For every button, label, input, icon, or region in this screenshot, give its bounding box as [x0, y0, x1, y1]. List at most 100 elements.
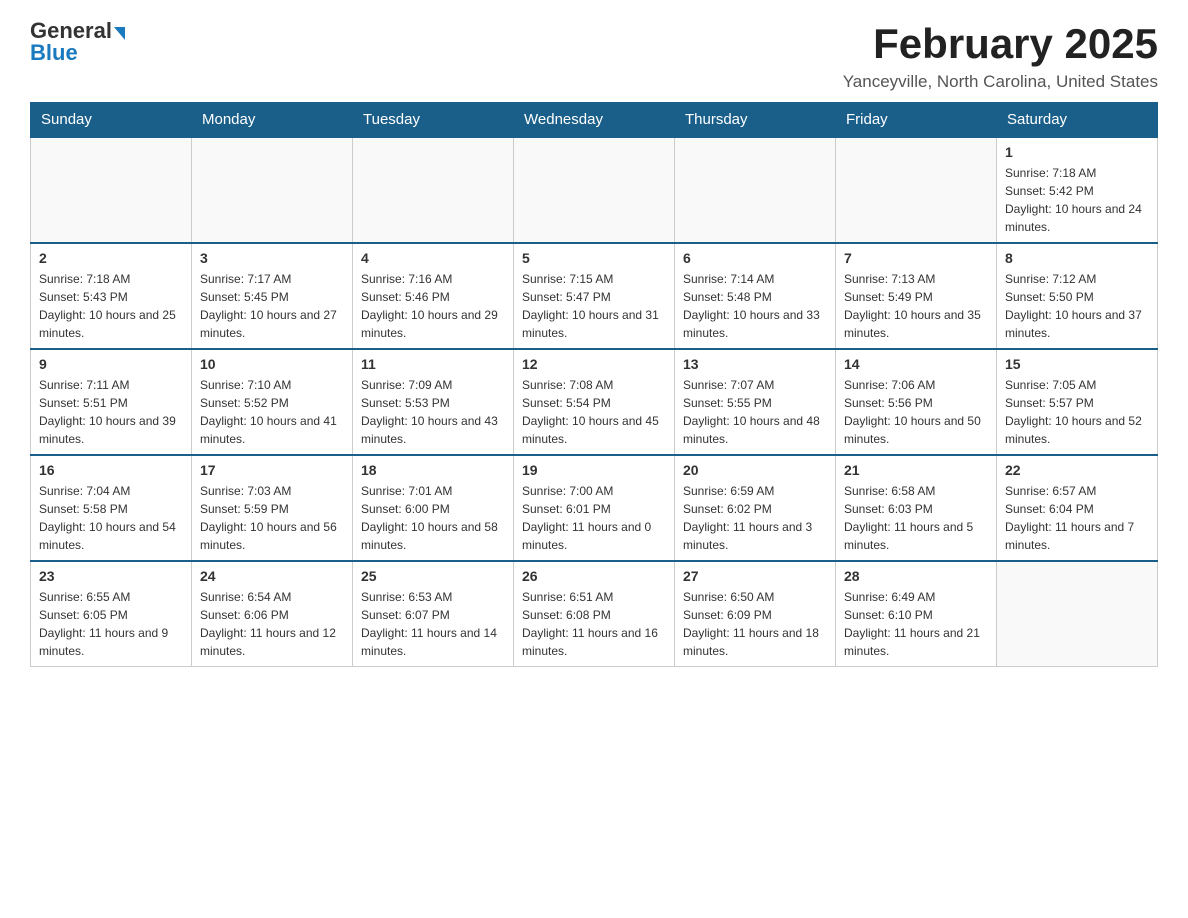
calendar-week-row: 9 Sunrise: 7:11 AM Sunset: 5:51 PM Daylig… — [31, 349, 1158, 455]
day-number: 21 — [844, 462, 988, 478]
calendar-day-header-sunday: Sunday — [31, 103, 192, 138]
calendar-day-cell: 16 Sunrise: 7:04 AM Sunset: 5:58 PM Dayli… — [31, 455, 192, 561]
day-number: 27 — [683, 568, 827, 584]
calendar-day-cell: 8 Sunrise: 7:12 AM Sunset: 5:50 PM Daylig… — [997, 243, 1158, 349]
calendar-day-cell: 1 Sunrise: 7:18 AM Sunset: 5:42 PM Daylig… — [997, 137, 1158, 243]
calendar-day-cell: 18Sunrise: 7:01 AM Sunset: 6:00 PM Dayli… — [353, 455, 514, 561]
calendar-week-row: 1 Sunrise: 7:18 AM Sunset: 5:42 PM Daylig… — [31, 137, 1158, 243]
location-text: Yanceyville, North Carolina, United Stat… — [843, 72, 1158, 92]
day-info: Sunrise: 6:59 AM Sunset: 6:02 PM Dayligh… — [683, 482, 827, 554]
day-info: Sunrise: 7:03 AM Sunset: 5:59 PM Dayligh… — [200, 482, 344, 554]
calendar-day-cell — [997, 561, 1158, 667]
month-title: February 2025 — [843, 20, 1158, 68]
calendar-day-cell: 2 Sunrise: 7:18 AM Sunset: 5:43 PM Daylig… — [31, 243, 192, 349]
calendar-day-cell: 26 Sunrise: 6:51 AM Sunset: 6:08 PM Dayli… — [514, 561, 675, 667]
day-info: Sunrise: 7:10 AM Sunset: 5:52 PM Dayligh… — [200, 376, 344, 448]
day-number: 25 — [361, 568, 505, 584]
calendar-day-cell: 21 Sunrise: 6:58 AM Sunset: 6:03 PM Dayli… — [836, 455, 997, 561]
day-info: Sunrise: 7:13 AM Sunset: 5:49 PM Dayligh… — [844, 270, 988, 342]
day-number: 7 — [844, 250, 988, 266]
day-info: Sunrise: 7:09 AM Sunset: 5:53 PM Dayligh… — [361, 376, 505, 448]
calendar-day-cell: 13 Sunrise: 7:07 AM Sunset: 5:55 PM Dayli… — [675, 349, 836, 455]
day-info: Sunrise: 7:15 AM Sunset: 5:47 PM Dayligh… — [522, 270, 666, 342]
day-number: 22 — [1005, 462, 1149, 478]
calendar-day-header-friday: Friday — [836, 103, 997, 138]
day-info: Sunrise: 7:00 AM Sunset: 6:01 PM Dayligh… — [522, 482, 666, 554]
day-info: Sunrise: 7:08 AM Sunset: 5:54 PM Dayligh… — [522, 376, 666, 448]
day-number: 11 — [361, 356, 505, 372]
day-number: 13 — [683, 356, 827, 372]
day-info: Sunrise: 7:18 AM Sunset: 5:42 PM Dayligh… — [1005, 164, 1149, 236]
calendar-day-header-monday: Monday — [192, 103, 353, 138]
calendar-day-cell: 22 Sunrise: 6:57 AM Sunset: 6:04 PM Dayli… — [997, 455, 1158, 561]
calendar-day-cell: 17 Sunrise: 7:03 AM Sunset: 5:59 PM Dayli… — [192, 455, 353, 561]
calendar-day-cell — [31, 137, 192, 243]
calendar-day-cell: 14 Sunrise: 7:06 AM Sunset: 5:56 PM Dayli… — [836, 349, 997, 455]
calendar-day-cell: 11 Sunrise: 7:09 AM Sunset: 5:53 PM Dayli… — [353, 349, 514, 455]
day-number: 28 — [844, 568, 988, 584]
calendar-day-cell — [514, 137, 675, 243]
day-info: Sunrise: 6:58 AM Sunset: 6:03 PM Dayligh… — [844, 482, 988, 554]
day-number: 8 — [1005, 250, 1149, 266]
calendar-day-cell: 10 Sunrise: 7:10 AM Sunset: 5:52 PM Dayli… — [192, 349, 353, 455]
calendar-day-cell: 20Sunrise: 6:59 AM Sunset: 6:02 PM Dayli… — [675, 455, 836, 561]
day-info: Sunrise: 6:55 AM Sunset: 6:05 PM Dayligh… — [39, 588, 183, 660]
day-number: 10 — [200, 356, 344, 372]
calendar-day-cell: 7 Sunrise: 7:13 AM Sunset: 5:49 PM Daylig… — [836, 243, 997, 349]
day-info: Sunrise: 6:57 AM Sunset: 6:04 PM Dayligh… — [1005, 482, 1149, 554]
day-number: 15 — [1005, 356, 1149, 372]
day-number: 16 — [39, 462, 183, 478]
calendar-day-cell: 6Sunrise: 7:14 AM Sunset: 5:48 PM Daylig… — [675, 243, 836, 349]
day-info: Sunrise: 6:50 AM Sunset: 6:09 PM Dayligh… — [683, 588, 827, 660]
day-number: 1 — [1005, 144, 1149, 160]
calendar-day-cell: 28 Sunrise: 6:49 AM Sunset: 6:10 PM Dayli… — [836, 561, 997, 667]
calendar-day-cell: 19Sunrise: 7:00 AM Sunset: 6:01 PM Dayli… — [514, 455, 675, 561]
day-number: 23 — [39, 568, 183, 584]
day-number: 5 — [522, 250, 666, 266]
calendar-day-cell: 5 Sunrise: 7:15 AM Sunset: 5:47 PM Daylig… — [514, 243, 675, 349]
day-number: 9 — [39, 356, 183, 372]
calendar-day-cell: 25 Sunrise: 6:53 AM Sunset: 6:07 PM Dayli… — [353, 561, 514, 667]
day-number: 4 — [361, 250, 505, 266]
day-number: 2 — [39, 250, 183, 266]
day-number: 26 — [522, 568, 666, 584]
day-number: 6 — [683, 250, 827, 266]
calendar-day-cell — [353, 137, 514, 243]
calendar-week-row: 2 Sunrise: 7:18 AM Sunset: 5:43 PM Daylig… — [31, 243, 1158, 349]
day-number: 3 — [200, 250, 344, 266]
logo-general-text: General — [30, 20, 112, 42]
day-number: 24 — [200, 568, 344, 584]
calendar-day-cell: 3 Sunrise: 7:17 AM Sunset: 5:45 PM Daylig… — [192, 243, 353, 349]
day-info: Sunrise: 7:04 AM Sunset: 5:58 PM Dayligh… — [39, 482, 183, 554]
day-number: 14 — [844, 356, 988, 372]
day-info: Sunrise: 6:51 AM Sunset: 6:08 PM Dayligh… — [522, 588, 666, 660]
page-header: General Blue February 2025 Yanceyville, … — [30, 20, 1158, 92]
calendar-day-cell: 23 Sunrise: 6:55 AM Sunset: 6:05 PM Dayli… — [31, 561, 192, 667]
calendar-day-header-tuesday: Tuesday — [353, 103, 514, 138]
day-number: 17 — [200, 462, 344, 478]
day-number: 12 — [522, 356, 666, 372]
day-info: Sunrise: 7:17 AM Sunset: 5:45 PM Dayligh… — [200, 270, 344, 342]
calendar-day-cell: 12 Sunrise: 7:08 AM Sunset: 5:54 PM Dayli… — [514, 349, 675, 455]
day-info: Sunrise: 7:05 AM Sunset: 5:57 PM Dayligh… — [1005, 376, 1149, 448]
logo: General Blue — [30, 20, 125, 64]
logo-arrow-icon — [114, 27, 125, 40]
day-info: Sunrise: 6:49 AM Sunset: 6:10 PM Dayligh… — [844, 588, 988, 660]
calendar-table: SundayMondayTuesdayWednesdayThursdayFrid… — [30, 102, 1158, 667]
logo-blue-text: Blue — [30, 42, 78, 64]
day-info: Sunrise: 6:53 AM Sunset: 6:07 PM Dayligh… — [361, 588, 505, 660]
title-section: February 2025 Yanceyville, North Carolin… — [843, 20, 1158, 92]
day-info: Sunrise: 7:18 AM Sunset: 5:43 PM Dayligh… — [39, 270, 183, 342]
calendar-day-cell — [192, 137, 353, 243]
day-info: Sunrise: 7:11 AM Sunset: 5:51 PM Dayligh… — [39, 376, 183, 448]
calendar-day-header-saturday: Saturday — [997, 103, 1158, 138]
calendar-day-cell: 24 Sunrise: 6:54 AM Sunset: 6:06 PM Dayli… — [192, 561, 353, 667]
calendar-week-row: 16 Sunrise: 7:04 AM Sunset: 5:58 PM Dayli… — [31, 455, 1158, 561]
calendar-day-header-thursday: Thursday — [675, 103, 836, 138]
day-info: Sunrise: 7:06 AM Sunset: 5:56 PM Dayligh… — [844, 376, 988, 448]
day-info: Sunrise: 7:07 AM Sunset: 5:55 PM Dayligh… — [683, 376, 827, 448]
calendar-header-row: SundayMondayTuesdayWednesdayThursdayFrid… — [31, 103, 1158, 138]
day-info: Sunrise: 6:54 AM Sunset: 6:06 PM Dayligh… — [200, 588, 344, 660]
calendar-day-cell — [836, 137, 997, 243]
day-info: Sunrise: 7:12 AM Sunset: 5:50 PM Dayligh… — [1005, 270, 1149, 342]
